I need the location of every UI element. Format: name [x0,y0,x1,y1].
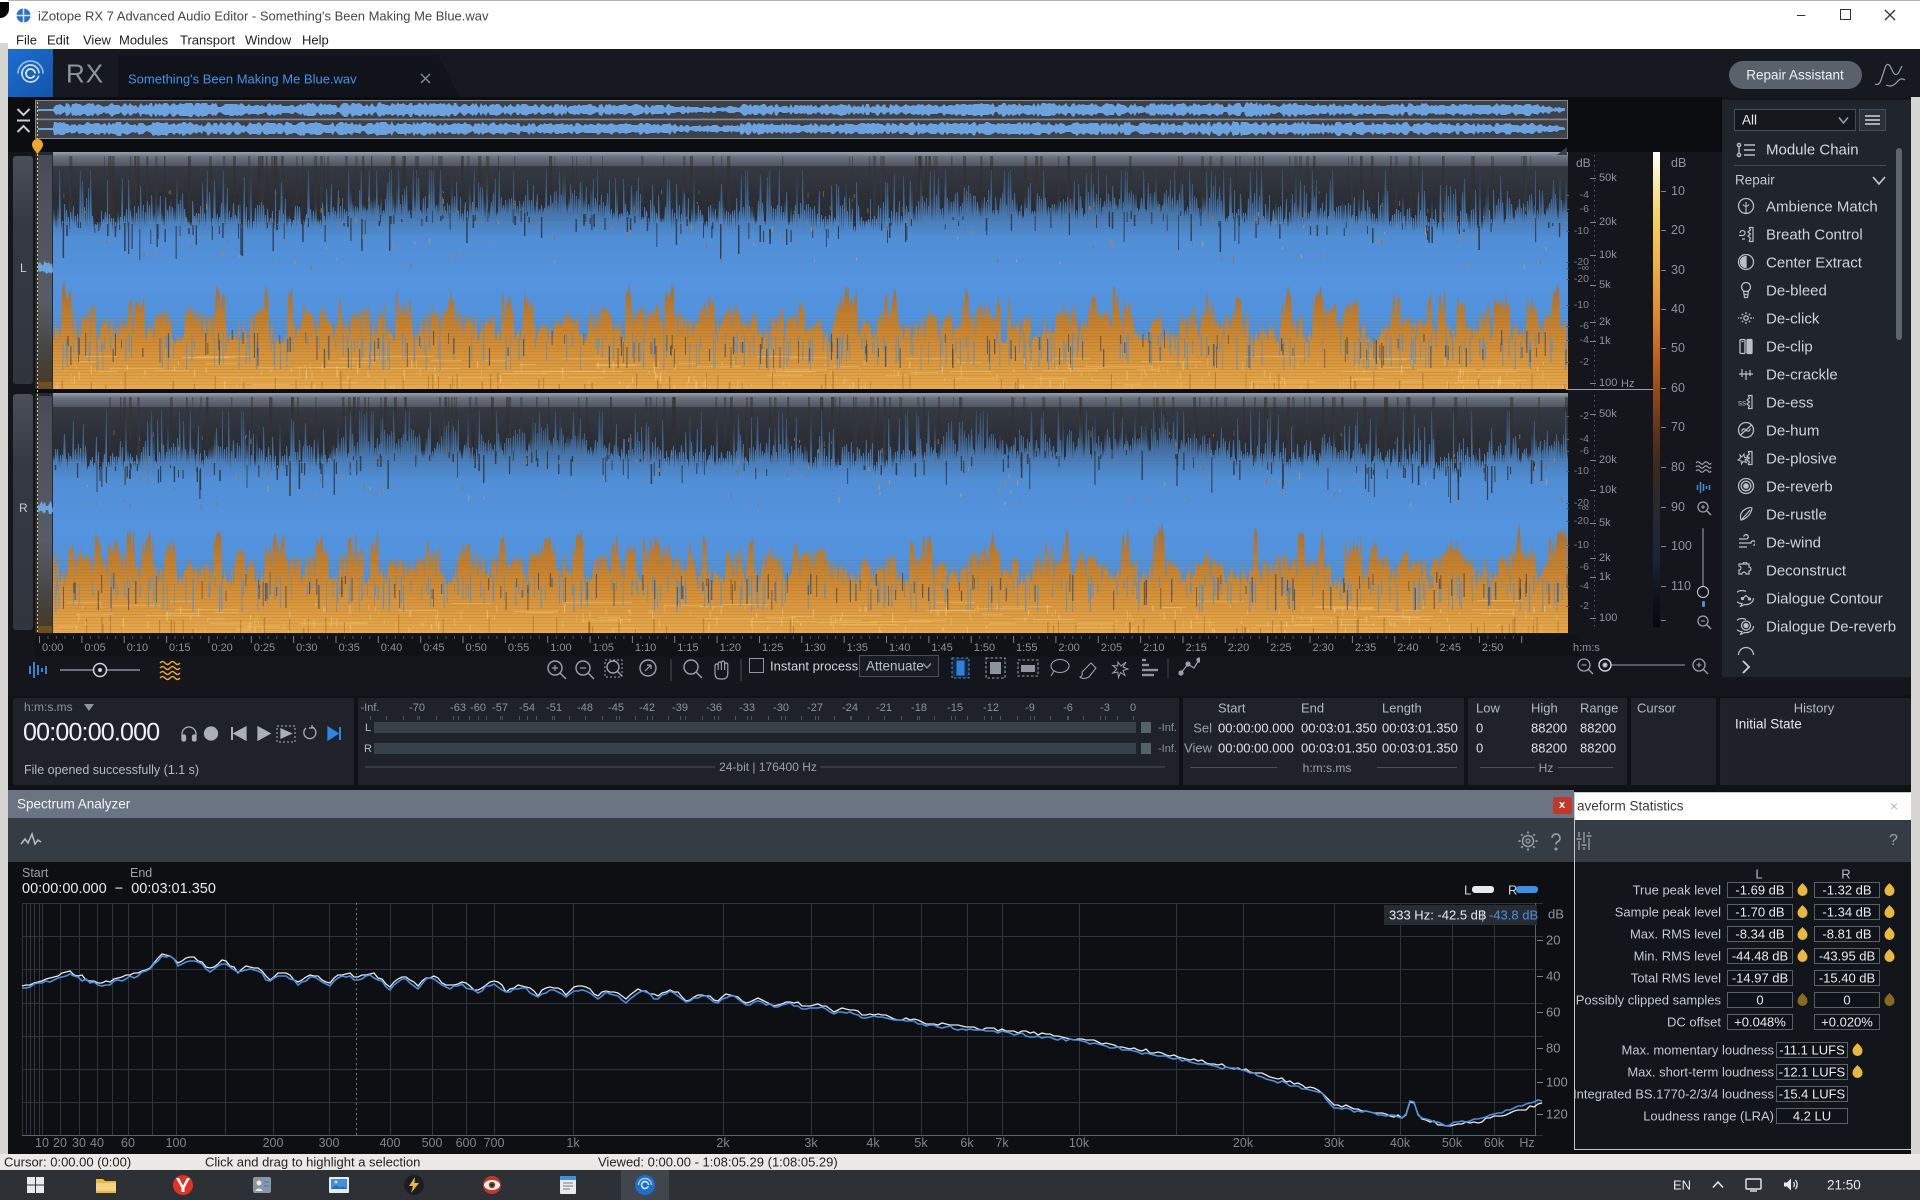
svg-text:0: 0 [1130,702,1136,714]
svg-text:-21: -21 [876,702,892,714]
svg-text:-42: -42 [639,702,655,714]
svg-text:-39: -39 [672,702,688,714]
svg-text:-12: -12 [983,702,999,714]
svg-text:-33: -33 [739,702,755,714]
svg-text:-18: -18 [911,702,927,714]
svg-text:-45: -45 [608,702,624,714]
svg-text:-15: -15 [947,702,963,714]
svg-text:-54: -54 [519,702,535,714]
svg-text:-27: -27 [807,702,823,714]
svg-text:R: R [364,743,372,755]
svg-text:-3: -3 [1100,702,1110,714]
svg-text:-Inf.: -Inf. [361,702,380,714]
svg-text:-24: -24 [842,702,858,714]
svg-text:-60: -60 [470,702,486,714]
svg-text:-Inf.: -Inf. [1158,722,1177,734]
svg-text:-Inf.: -Inf. [1158,743,1177,755]
svg-text:ss: ss [1738,399,1746,408]
svg-text:-36: -36 [706,702,722,714]
svg-text:-48: -48 [577,702,593,714]
svg-text:-70: -70 [409,702,425,714]
svg-text:-51: -51 [546,702,562,714]
svg-text:-30: -30 [773,702,789,714]
svg-text:-57: -57 [492,702,508,714]
svg-text:L: L [365,722,371,734]
svg-text:-6: -6 [1063,702,1073,714]
svg-text:-63: -63 [450,702,466,714]
svg-text:-9: -9 [1025,702,1035,714]
svg-text:24-bit | 176400 Hz: 24-bit | 176400 Hz [719,760,817,774]
